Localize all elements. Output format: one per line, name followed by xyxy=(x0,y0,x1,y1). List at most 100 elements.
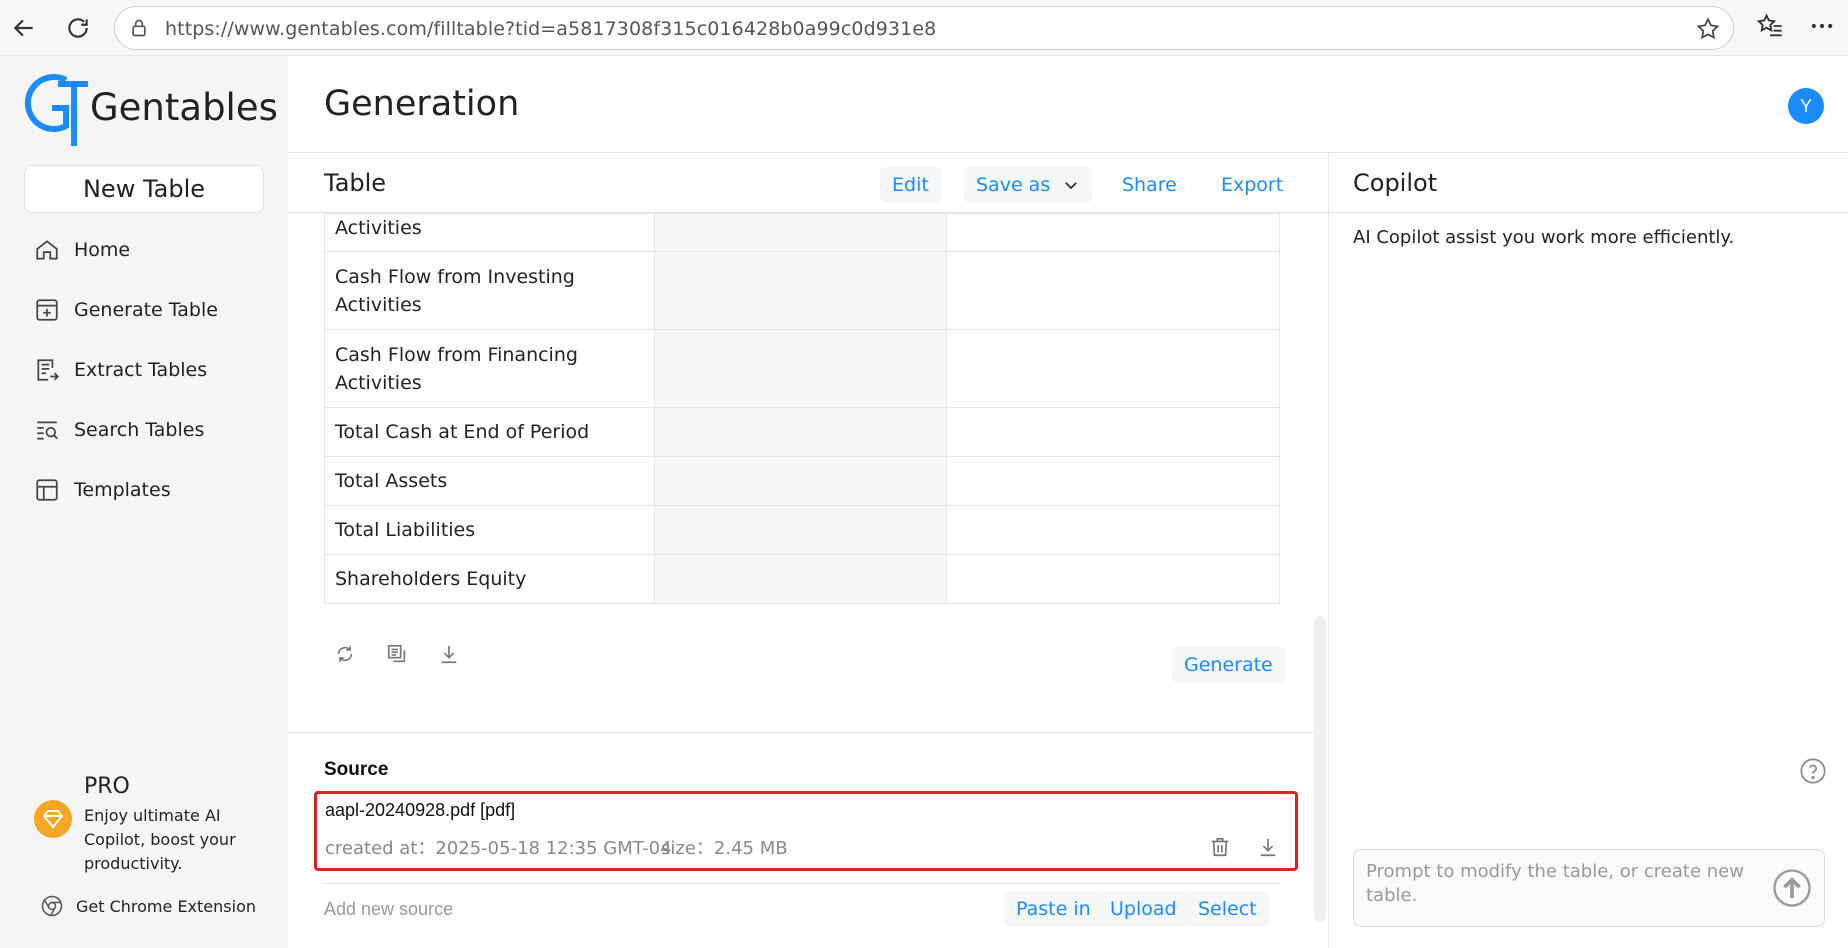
sidebar-item-home[interactable]: Home xyxy=(34,230,130,270)
table-section-title: Table xyxy=(324,169,387,197)
table-row: Total Cash at End of Period xyxy=(324,407,1280,457)
sidebar-item-generate-table[interactable]: Generate Table xyxy=(34,290,218,330)
table-cell[interactable] xyxy=(653,407,948,457)
sidebar-item-label: Extract Tables xyxy=(74,359,208,381)
table-cell[interactable]: Total Liabilities xyxy=(324,505,655,555)
logo-text: Gentables xyxy=(90,86,278,129)
table-cell[interactable] xyxy=(653,505,948,555)
table-cell[interactable] xyxy=(946,505,1280,555)
pro-description: Enjoy ultimate AI Copilot, boost your pr… xyxy=(84,806,236,873)
page-title: Generation xyxy=(324,84,520,124)
table-cell[interactable] xyxy=(653,213,948,252)
table-toolbar: Table Edit Save as Share Export xyxy=(288,153,1328,213)
copilot-title: Copilot xyxy=(1353,169,1438,197)
copilot-header: Copilot xyxy=(1329,153,1848,213)
table-cell[interactable]: Total Cash at End of Period xyxy=(324,407,655,457)
source-file-item[interactable]: aapl-20240928.pdf [pdf] created at：2025-… xyxy=(314,791,1298,871)
trash-icon[interactable] xyxy=(1209,836,1231,863)
table-row: Shareholders Equity xyxy=(324,554,1280,604)
favorite-star-icon[interactable] xyxy=(1695,16,1721,47)
export-button[interactable]: Export xyxy=(1221,167,1283,203)
back-button[interactable] xyxy=(6,10,42,46)
sidebar-item-label: Templates xyxy=(74,479,171,501)
source-title: Source xyxy=(324,759,389,780)
favorites-list-icon[interactable] xyxy=(1756,12,1784,45)
send-arrow-icon[interactable] xyxy=(1772,868,1812,913)
table-row: Cash Flow from Investing Activities xyxy=(324,251,1280,330)
edit-button[interactable]: Edit xyxy=(880,167,941,203)
search-list-icon xyxy=(37,421,58,440)
chrome-icon xyxy=(41,895,63,917)
prompt-placeholder: Prompt to modify the table, or create ne… xyxy=(1366,861,1744,906)
regenerate-icon[interactable] xyxy=(334,643,356,670)
table-cell[interactable] xyxy=(946,554,1280,604)
sidebar-item-label: Generate Table xyxy=(74,299,218,321)
table-cell[interactable] xyxy=(946,251,1280,330)
copilot-panel: Copilot AI Copilot assist you work more … xyxy=(1328,153,1848,948)
more-options-icon[interactable] xyxy=(1808,12,1836,45)
table-cell[interactable] xyxy=(653,456,948,506)
pro-title: PRO xyxy=(84,774,130,799)
generate-button[interactable]: Generate xyxy=(1172,647,1285,683)
help-icon[interactable] xyxy=(1799,757,1827,790)
table-cell[interactable] xyxy=(653,329,948,408)
table-row: Total Assets xyxy=(324,456,1280,506)
table-cell[interactable] xyxy=(946,213,1280,252)
table-actions xyxy=(334,643,460,670)
address-bar[interactable]: https://www.gentables.com/filltable?tid=… xyxy=(114,6,1734,50)
prompt-input[interactable]: Prompt to modify the table, or create ne… xyxy=(1353,849,1825,927)
logo[interactable] xyxy=(22,68,88,148)
table-cell[interactable] xyxy=(653,554,948,604)
download-icon[interactable] xyxy=(438,643,460,670)
download-icon[interactable] xyxy=(1257,836,1279,863)
add-new-source-label: Add new source xyxy=(324,899,454,919)
refresh-icon xyxy=(68,18,88,38)
source-divider xyxy=(324,883,1280,884)
select-button[interactable]: Select xyxy=(1186,891,1269,927)
sidebar-item-label: Home xyxy=(74,239,131,261)
source-size: size：2.45 MB xyxy=(661,838,788,859)
table-cell[interactable]: Shareholders Equity xyxy=(324,554,655,604)
scrollbar[interactable] xyxy=(1314,616,1326,922)
avatar[interactable]: Y xyxy=(1788,88,1824,124)
table-cell[interactable]: Activities xyxy=(324,213,655,252)
template-icon xyxy=(36,479,58,501)
chrome-extension-label: Get Chrome Extension xyxy=(76,896,256,916)
get-chrome-extension-link[interactable]: Get Chrome Extension xyxy=(40,894,256,918)
sidebar-item-search-tables[interactable]: Search Tables xyxy=(34,410,204,450)
refresh-button[interactable] xyxy=(60,10,96,46)
table-cell[interactable] xyxy=(946,329,1280,408)
sidebar-item-templates[interactable]: Templates xyxy=(34,470,171,510)
table-row: Activities xyxy=(324,213,1280,252)
upload-button[interactable]: Upload xyxy=(1098,891,1189,927)
copy-icon[interactable] xyxy=(386,643,408,670)
browser-toolbar: https://www.gentables.com/filltable?tid=… xyxy=(0,0,1848,56)
copilot-description: AI Copilot assist you work more efficien… xyxy=(1353,227,1735,248)
plus-square-icon xyxy=(36,299,58,321)
source-file-name: aapl-20240928.pdf [pdf] xyxy=(325,800,516,820)
table-cell[interactable]: Total Assets xyxy=(324,456,655,506)
table-row: Total Liabilities xyxy=(324,505,1280,555)
sidebar: Gentables New Table Home Generate Table … xyxy=(0,56,288,948)
new-table-button[interactable]: New Table xyxy=(24,165,264,213)
table-cell[interactable] xyxy=(946,407,1280,457)
table-cell[interactable]: Cash Flow from Investing Activities xyxy=(324,251,655,330)
table-cell[interactable]: Cash Flow from Financing Activities xyxy=(324,329,655,408)
table-cell[interactable] xyxy=(653,251,948,330)
chevron-down-icon xyxy=(1065,182,1078,190)
sidebar-item-extract-tables[interactable]: Extract Tables xyxy=(34,350,207,390)
save-as-button[interactable]: Save as xyxy=(964,167,1093,203)
share-button[interactable]: Share xyxy=(1122,167,1177,203)
source-created-at: created at：2025-05-18 12:35 GMT-04 xyxy=(325,838,672,859)
extract-icon xyxy=(37,359,60,381)
home-icon xyxy=(36,240,58,260)
save-as-label: Save as xyxy=(976,174,1051,196)
pro-diamond-icon xyxy=(34,800,72,838)
url-text: https://www.gentables.com/filltable?tid=… xyxy=(165,18,937,40)
table-cell[interactable] xyxy=(946,456,1280,506)
source-section: Source aapl-20240928.pdf [pdf] created a… xyxy=(288,732,1314,948)
paste-in-button[interactable]: Paste in xyxy=(1004,891,1103,927)
sidebar-item-label: Search Tables xyxy=(74,419,205,441)
gentables-logo-icon xyxy=(24,74,88,146)
table-row: Cash Flow from Financing Activities xyxy=(324,329,1280,408)
